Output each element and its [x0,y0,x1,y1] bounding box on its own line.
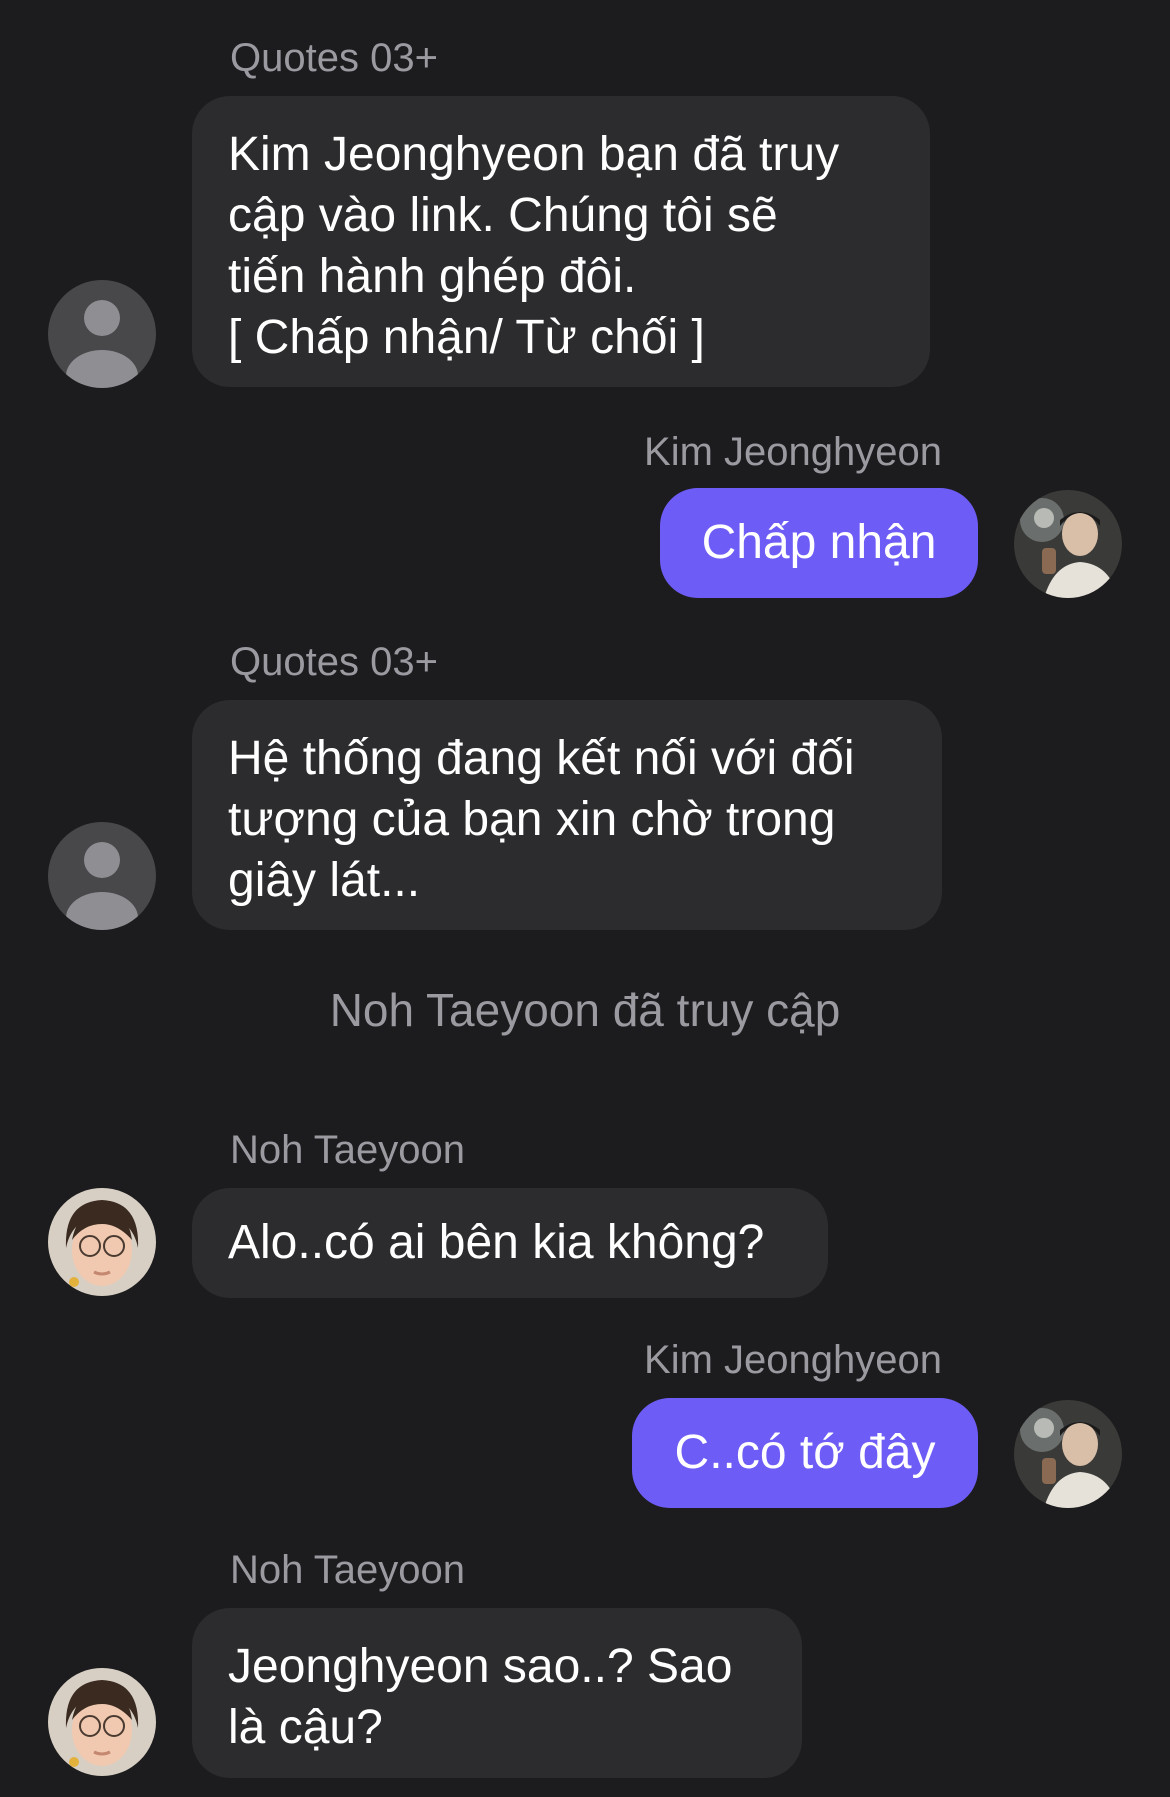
message-text-line: tượng của bạn xin chờ trong [228,793,836,846]
message-bubble-incoming[interactable]: Jeonghyeon sao..? Sao là cậu? [192,1608,802,1778]
message-text-line: cập vào link. Chúng tôi sẽ [228,189,778,242]
message-text-line: [ Chấp nhận/ Từ chối ] [228,311,705,364]
message-text-line: Hệ thống đang kết nối với đối [228,732,855,785]
sender-name: Kim Jeonghyeon [644,1338,942,1382]
message-text-line: giây lát... [228,854,421,907]
sender-name: Kim Jeonghyeon [644,430,942,474]
sender-name: Quotes 03+ [230,36,438,80]
message-text-line: Jeonghyeon sao..? Sao [228,1640,733,1693]
photo-avatar-kim[interactable] [1014,490,1122,598]
photo-avatar-noh[interactable] [48,1668,156,1776]
message-text: Chấp nhận [701,516,937,569]
message-bubble-incoming[interactable]: Hệ thống đang kết nối với đối tượng của … [192,700,942,930]
person-placeholder-icon[interactable] [48,822,156,930]
message-text: C..có tớ đây [674,1426,936,1479]
photo-avatar-noh[interactable] [48,1188,156,1296]
message-text-line: tiến hành ghép đôi. [228,250,637,303]
message-bubble-incoming[interactable]: Kim Jeonghyeon bạn đã truy cập vào link.… [192,96,930,387]
message-text-line: Kim Jeonghyeon bạn đã truy [228,128,840,181]
person-placeholder-icon[interactable] [48,280,156,388]
message-bubble-outgoing[interactable]: C..có tớ đây [632,1398,978,1508]
message-bubble-outgoing[interactable]: Chấp nhận [660,488,978,598]
photo-avatar-kim[interactable] [1014,1400,1122,1508]
message-text-line: là cậu? [228,1701,383,1754]
message-bubble-incoming[interactable]: Alo..có ai bên kia không? [192,1188,828,1298]
sender-name: Noh Taeyoon [230,1128,465,1172]
system-notice: Noh Taeyoon đã truy cập [329,984,841,1036]
message-text: Alo..có ai bên kia không? [228,1216,765,1269]
sender-name: Noh Taeyoon [230,1548,465,1592]
sender-name: Quotes 03+ [230,640,438,684]
